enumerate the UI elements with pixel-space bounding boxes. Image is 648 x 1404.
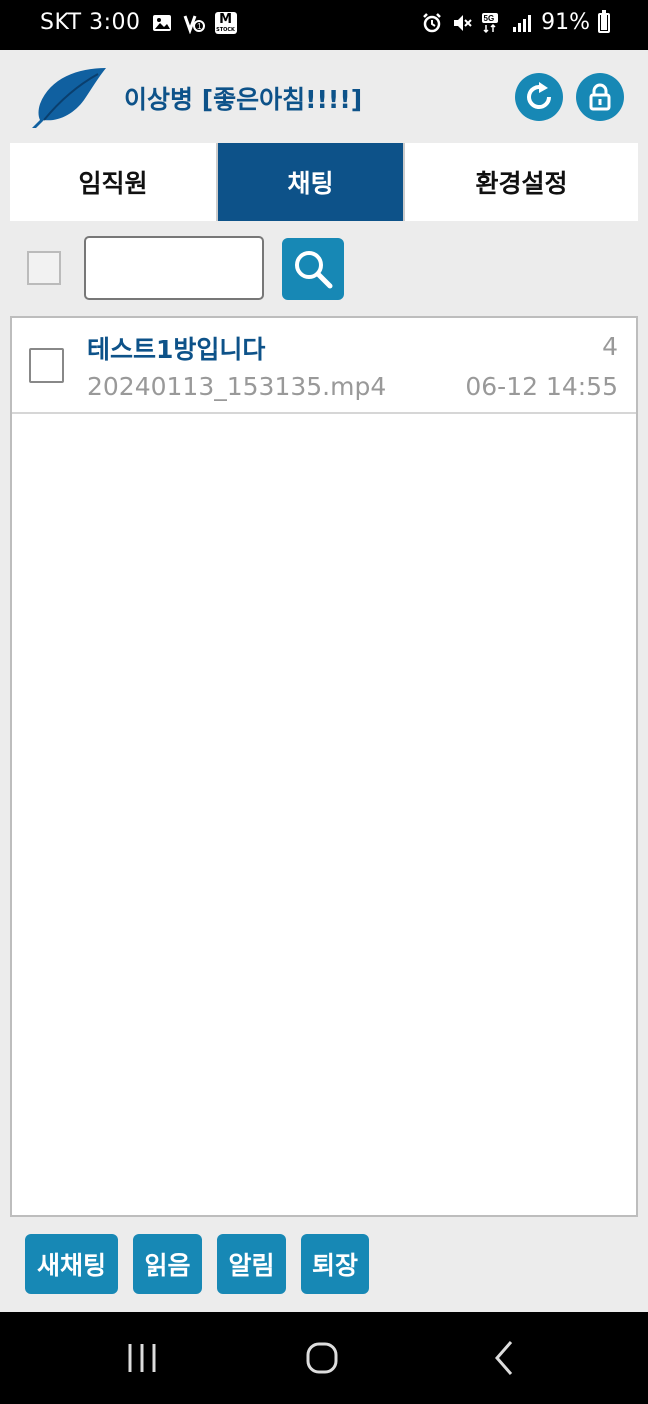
alert-button[interactable]: 알림 [217,1234,286,1294]
chat-room-last-message: 20240113_153135.mp4 [87,372,387,401]
chat-room-checkbox[interactable] [29,348,64,383]
lock-icon [589,83,611,111]
system-nav-bar [0,1312,648,1404]
battery-fill [601,14,607,30]
chat-room-count: 4 [602,332,618,361]
mstock-sub: STOCK [216,26,235,33]
user-title: 이상병 [좋은아침!!!!] [124,85,363,114]
tab-chat[interactable]: 채팅 [218,143,403,221]
svg-text:5G: 5G [484,14,495,23]
recent-apps-icon [128,1344,156,1372]
refresh-button[interactable] [515,73,563,121]
network-5g-icon: 5G [481,12,503,34]
new-chat-button[interactable]: 새채팅 [25,1234,118,1294]
chat-room-name: 테스트1방입니다 [87,335,266,364]
feather-logo-icon [32,68,106,128]
search-input[interactable] [84,236,264,300]
mstock-icon: M STOCK [214,11,237,34]
chat-room-list: 테스트1방입니다 4 20240113_153135.mp4 06-12 14:… [10,316,638,1217]
search-button[interactable] [282,238,344,300]
refresh-icon [527,82,552,110]
battery-percent: 91% [541,10,590,35]
app-header: 이상병 [좋은아침!!!!] [0,50,648,142]
alarm-icon [421,12,443,34]
recent-apps-button[interactable] [122,1338,162,1378]
back-icon [495,1341,513,1375]
status-left: SKT 3:00 1 M STOCK [40,10,237,35]
chat-room-time: 06-12 14:55 [465,372,618,401]
main-tabs: 임직원 채팅 환경설정 [10,143,638,221]
signal-icon [511,12,533,34]
search-icon [295,251,333,289]
back-button[interactable] [485,1338,525,1378]
tab-employees[interactable]: 임직원 [10,143,218,221]
home-icon [306,1342,338,1374]
action-bar: 새채팅 읽음 알림 퇴장 [0,1218,648,1312]
leave-button[interactable]: 퇴장 [301,1234,369,1294]
gallery-icon [151,12,173,34]
v1-app-icon: 1 [183,12,205,34]
select-all-checkbox[interactable] [27,251,61,285]
mute-icon [451,12,473,34]
svg-text:1: 1 [197,22,202,31]
status-right: 5G 91% [421,9,610,35]
carrier-time: SKT 3:00 [40,10,141,35]
tab-settings[interactable]: 환경설정 [403,143,638,221]
home-button[interactable] [302,1338,342,1378]
mstock-label: M [219,11,232,27]
lock-button[interactable] [576,73,624,121]
read-button[interactable]: 읽음 [133,1234,202,1294]
battery-icon [598,9,610,33]
status-bar: SKT 3:00 1 M STOCK 5G 91% [0,0,648,50]
chat-room-row[interactable]: 테스트1방입니다 4 20240113_153135.mp4 06-12 14:… [12,318,636,414]
